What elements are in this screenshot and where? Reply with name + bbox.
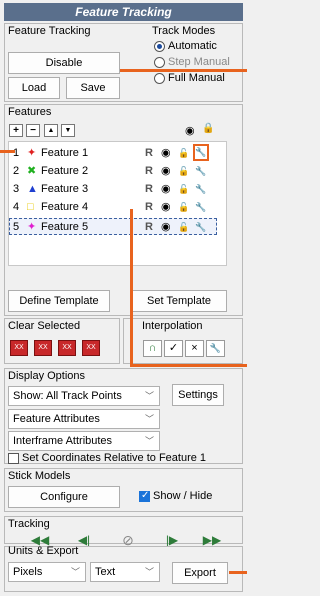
- wrench-icon[interactable]: 🔧: [195, 219, 206, 236]
- chevron-down-icon: ﹀: [144, 391, 154, 401]
- chevron-down-icon: ﹀: [70, 567, 80, 577]
- eye-icon[interactable]: ◉: [161, 145, 171, 162]
- callout-line-export: [229, 571, 247, 574]
- wrench-icon[interactable]: 🔧: [195, 199, 206, 216]
- eye-icon[interactable]: ◉: [161, 181, 171, 198]
- callout-line-disable: [120, 69, 247, 72]
- export-format-dropdown[interactable]: Text ﹀: [90, 562, 160, 582]
- relative-coordinates-checkbox[interactable]: Set Coordinates Relative to Feature 1: [8, 452, 206, 464]
- lock-icon[interactable]: 🔓: [178, 163, 189, 180]
- chevron-down-icon: ﹀: [144, 436, 154, 446]
- load-button[interactable]: Load: [8, 77, 60, 99]
- show-hide-checkbox[interactable]: Show / Hide: [139, 490, 212, 502]
- disable-button[interactable]: Disable: [8, 52, 120, 74]
- list-item[interactable]: 4 □ Feature 4 R ◉ 🔓 🔧: [9, 199, 217, 216]
- features-label: Features: [8, 106, 52, 118]
- list-item[interactable]: 1 ✦ Feature 1 R ◉ 🔓 🔧: [9, 144, 217, 162]
- stick-models-label: Stick Models: [8, 470, 71, 482]
- tracking-label: Tracking: [8, 518, 50, 530]
- wrench-icon[interactable]: 🔧: [193, 144, 209, 161]
- radio-icon: [154, 72, 165, 84]
- move-down-button[interactable]: ▼: [61, 124, 75, 137]
- lock-header-icon[interactable]: 🔒: [202, 123, 214, 134]
- settings-button[interactable]: Settings: [172, 384, 224, 406]
- clear-selected-button-4[interactable]: XX: [82, 340, 100, 356]
- list-item[interactable]: 3 ▲ Feature 3 R ◉ 🔓 🔧: [9, 181, 217, 198]
- reference-icon[interactable]: R: [145, 219, 153, 236]
- clear-selected-button-2[interactable]: XX: [34, 340, 52, 356]
- list-item[interactable]: 2 ✖ Feature 2 R ◉ 🔓 🔧: [9, 163, 217, 180]
- export-button[interactable]: Export: [172, 562, 228, 584]
- callout-line-features: [0, 150, 15, 153]
- lock-icon[interactable]: 🔓: [178, 199, 189, 216]
- radio-icon: [154, 40, 165, 52]
- feature-tracking-label: Feature Tracking: [8, 25, 91, 37]
- chevron-down-icon: ﹀: [144, 567, 154, 577]
- units-export-label: Units & Export: [8, 545, 79, 557]
- lock-icon[interactable]: 🔓: [178, 145, 189, 162]
- interframe-attributes-dropdown[interactable]: Interframe Attributes ﹀: [8, 431, 160, 451]
- configure-button[interactable]: Configure: [8, 486, 120, 508]
- triangle-marker-icon: ▲: [27, 183, 38, 195]
- save-button[interactable]: Save: [66, 77, 120, 99]
- track-modes-label: Track Modes: [152, 25, 216, 37]
- remove-feature-button[interactable]: −: [26, 124, 40, 137]
- wrench-icon[interactable]: 🔧: [195, 181, 206, 198]
- add-feature-button[interactable]: +: [9, 124, 23, 137]
- display-options-label: Display Options: [8, 370, 86, 382]
- interpolate-cancel-button[interactable]: ×: [185, 340, 204, 357]
- reference-icon[interactable]: R: [145, 199, 153, 216]
- plus-marker-icon: ✦: [27, 221, 37, 233]
- define-template-button[interactable]: Define Template: [8, 290, 110, 312]
- window-title: Feature Tracking: [4, 3, 243, 21]
- wrench-icon[interactable]: 🔧: [195, 163, 206, 180]
- interpolate-accept-button[interactable]: ✓: [164, 340, 183, 357]
- feature-attributes-dropdown[interactable]: Feature Attributes ﹀: [8, 409, 160, 429]
- set-template-button[interactable]: Set Template: [131, 290, 227, 312]
- track-mode-step-manual[interactable]: Step Manual: [154, 56, 230, 68]
- x-marker-icon: ✖: [27, 165, 37, 177]
- visibility-header-icon[interactable]: ◉: [185, 124, 195, 137]
- reference-icon[interactable]: R: [145, 181, 153, 198]
- reference-icon[interactable]: R: [145, 145, 153, 162]
- move-up-button[interactable]: ▲: [44, 124, 58, 137]
- clear-selected-button-1[interactable]: XX: [10, 340, 28, 356]
- interpolation-label: Interpolation: [142, 320, 203, 332]
- radio-icon: [154, 56, 165, 68]
- checkbox-icon: [8, 452, 19, 464]
- square-marker-icon: □: [27, 201, 34, 213]
- callout-line-vertical: [130, 209, 133, 364]
- interpolate-settings-button[interactable]: 🔧: [206, 340, 225, 357]
- eye-icon[interactable]: ◉: [161, 219, 171, 236]
- eye-icon[interactable]: ◉: [161, 199, 171, 216]
- reference-icon[interactable]: R: [145, 163, 153, 180]
- clear-selected-button-3[interactable]: XX: [58, 340, 76, 356]
- callout-line-interpolation: [130, 364, 247, 367]
- track-mode-full-manual[interactable]: Full Manual: [154, 72, 225, 84]
- clear-selected-label: Clear Selected: [8, 320, 81, 332]
- show-track-points-dropdown[interactable]: Show: All Track Points ﹀: [8, 386, 160, 406]
- plus-marker-icon: ✦: [27, 147, 37, 159]
- eye-icon[interactable]: ◉: [161, 163, 171, 180]
- lock-icon[interactable]: 🔓: [178, 219, 189, 236]
- chevron-down-icon: ﹀: [144, 414, 154, 424]
- lock-icon[interactable]: 🔓: [178, 181, 189, 198]
- list-item-selected[interactable]: 5 ✦ Feature 5 R ◉ 🔓 🔧: [9, 218, 217, 235]
- checkbox-icon: [139, 490, 150, 502]
- units-dropdown[interactable]: Pixels ﹀: [8, 562, 86, 582]
- track-mode-automatic[interactable]: Automatic: [154, 40, 217, 52]
- interpolate-curve-button[interactable]: ∩: [143, 340, 162, 357]
